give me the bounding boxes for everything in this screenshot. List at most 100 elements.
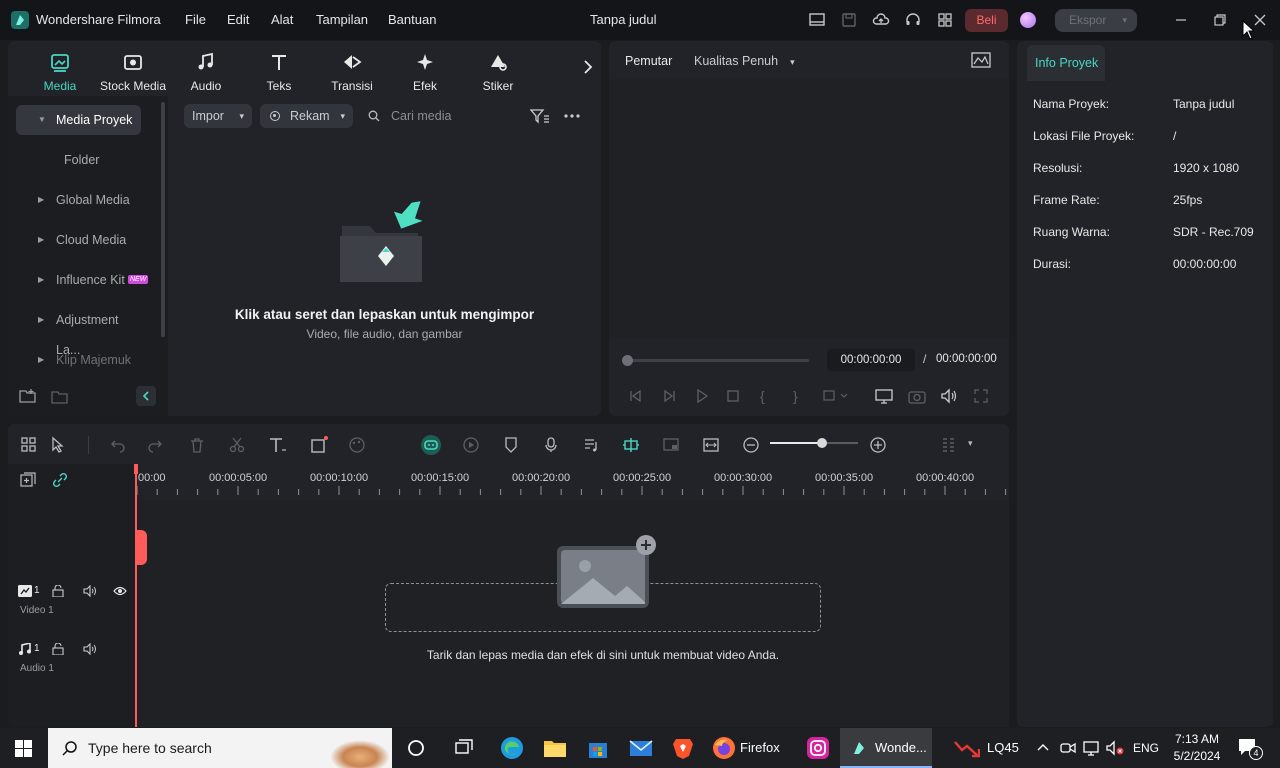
- avatar[interactable]: [1020, 12, 1036, 28]
- fit-timeline-icon[interactable]: [702, 436, 720, 454]
- stock-ticker[interactable]: LQ45: [987, 740, 1019, 755]
- playhead-grip[interactable]: [137, 530, 147, 565]
- cloud-upload-icon[interactable]: [872, 11, 890, 29]
- tab-stickers[interactable]: Stiker: [465, 51, 531, 93]
- meet-now-icon[interactable]: [1060, 740, 1076, 756]
- play-icon[interactable]: [695, 389, 709, 403]
- import-dropdown[interactable]: Impor ▾: [184, 104, 252, 128]
- buy-button[interactable]: Beli: [965, 9, 1008, 32]
- chevron-up-icon[interactable]: [1036, 742, 1050, 752]
- previous-frame-icon[interactable]: [628, 389, 644, 403]
- sidebar-scrollbar[interactable]: [161, 102, 165, 337]
- microphone-icon[interactable]: [542, 436, 560, 454]
- taskbar-search-box[interactable]: Type here to search: [48, 728, 392, 768]
- menu-file[interactable]: File: [185, 12, 206, 27]
- new-folder-icon[interactable]: [19, 388, 37, 404]
- tab-audio[interactable]: Audio: [173, 51, 239, 93]
- import-folder-icon[interactable]: [336, 196, 428, 286]
- ai-copilot-icon[interactable]: [421, 435, 441, 455]
- stock-chart-icon[interactable]: [954, 738, 980, 758]
- quality-dropdown[interactable]: Kualitas Penuh ▾: [694, 54, 795, 68]
- audio-track-volume-icon[interactable]: [83, 643, 97, 655]
- restore-icon[interactable]: [1211, 11, 1229, 29]
- taskbar-app-firefox-label[interactable]: Firefox: [740, 740, 780, 755]
- brave-icon[interactable]: [671, 736, 695, 760]
- delete-icon[interactable]: [188, 436, 206, 454]
- undo-icon[interactable]: [108, 436, 126, 454]
- zoom-slider[interactable]: [770, 438, 858, 448]
- mark-in-icon[interactable]: {: [760, 388, 765, 404]
- video-track-lock-icon[interactable]: [52, 585, 64, 597]
- clock-date[interactable]: 5/2/2024: [1170, 749, 1224, 763]
- clock-time[interactable]: 7:13 AM: [1172, 732, 1222, 746]
- network-icon[interactable]: [1083, 740, 1099, 756]
- add-media-icon[interactable]: [636, 535, 656, 555]
- collapse-sidebar-button[interactable]: [136, 386, 156, 406]
- language-indicator[interactable]: ENG: [1133, 741, 1159, 755]
- chevron-right-icon[interactable]: [582, 59, 594, 75]
- crop-icon[interactable]: [310, 436, 328, 454]
- layout-grid-icon[interactable]: [20, 436, 38, 454]
- menu-edit[interactable]: Edit: [227, 12, 249, 27]
- fullscreen-icon[interactable]: [973, 388, 989, 404]
- tab-media[interactable]: Media: [27, 51, 93, 93]
- record-dropdown[interactable]: Rekam ▾: [260, 104, 353, 128]
- sidebar-item-compound-clip[interactable]: ▶ Klip Majemuk: [16, 345, 141, 375]
- video-track-visibility-icon[interactable]: [113, 586, 127, 596]
- filter-icon[interactable]: [530, 108, 550, 124]
- insert-icon[interactable]: [823, 389, 847, 403]
- track-height-icon[interactable]: [940, 436, 958, 454]
- sidebar-item-project-media[interactable]: ▼ Media Proyek: [16, 105, 141, 135]
- playhead-handle[interactable]: [134, 464, 138, 474]
- display-icon[interactable]: [875, 388, 893, 404]
- sidebar-item-adjustment-layer[interactable]: ▶ Adjustment La...: [16, 305, 141, 357]
- next-frame-icon[interactable]: [661, 389, 677, 403]
- zoom-slider-handle[interactable]: [817, 438, 827, 448]
- apps-grid-icon[interactable]: [936, 11, 954, 29]
- audio-mixer-icon[interactable]: [582, 436, 600, 454]
- scopes-icon[interactable]: [971, 52, 991, 68]
- firefox-icon[interactable]: [712, 736, 736, 760]
- taskbar-app-filmora[interactable]: Wonde...: [840, 728, 932, 768]
- zoom-in-icon[interactable]: [869, 436, 887, 454]
- sidebar-item-cloud-media[interactable]: ▶ Cloud Media: [16, 225, 141, 255]
- file-explorer-icon[interactable]: [543, 736, 567, 760]
- edge-icon[interactable]: [500, 736, 524, 760]
- search-input[interactable]: Cari media: [391, 109, 511, 123]
- snap-magnet-icon[interactable]: [622, 436, 640, 454]
- playback-scrubber[interactable]: [622, 355, 809, 366]
- text-tool-icon[interactable]: [268, 436, 286, 454]
- export-button[interactable]: Ekspor ▾: [1055, 9, 1137, 32]
- cortana-icon[interactable]: [407, 739, 425, 757]
- add-track-icon[interactable]: [20, 472, 36, 488]
- more-options-icon[interactable]: [564, 114, 580, 118]
- scrubber-handle[interactable]: [622, 355, 633, 366]
- menu-help[interactable]: Bantuan: [388, 12, 436, 27]
- stop-icon[interactable]: [726, 389, 740, 403]
- save-icon[interactable]: [840, 11, 858, 29]
- menu-tools[interactable]: Alat: [271, 12, 293, 27]
- menu-view[interactable]: Tampilan: [316, 12, 368, 27]
- redo-icon[interactable]: [147, 436, 165, 454]
- sidebar-item-folder[interactable]: Folder: [16, 145, 141, 175]
- headset-icon[interactable]: [904, 11, 922, 29]
- task-view-icon[interactable]: [454, 739, 474, 757]
- marker-icon[interactable]: [502, 436, 520, 454]
- folder-icon[interactable]: [51, 389, 69, 405]
- tab-text[interactable]: Teks: [246, 51, 312, 93]
- mark-out-icon[interactable]: }: [793, 388, 798, 404]
- render-icon[interactable]: [462, 436, 480, 454]
- mail-icon[interactable]: [629, 736, 653, 760]
- tab-stock-media[interactable]: Stock Media: [100, 51, 166, 93]
- zoom-out-icon[interactable]: [742, 436, 760, 454]
- tab-effects[interactable]: Efek: [392, 51, 458, 93]
- video-track-volume-icon[interactable]: [83, 585, 97, 597]
- volume-icon[interactable]: [940, 388, 958, 404]
- layout-icon[interactable]: [808, 11, 826, 29]
- windows-start-icon[interactable]: [15, 740, 32, 757]
- select-tool-icon[interactable]: [50, 436, 68, 454]
- pip-icon[interactable]: [662, 436, 680, 454]
- color-palette-icon[interactable]: [348, 436, 366, 454]
- chevron-down-icon[interactable]: ▾: [968, 438, 973, 449]
- player-tab[interactable]: Pemutar: [625, 54, 672, 68]
